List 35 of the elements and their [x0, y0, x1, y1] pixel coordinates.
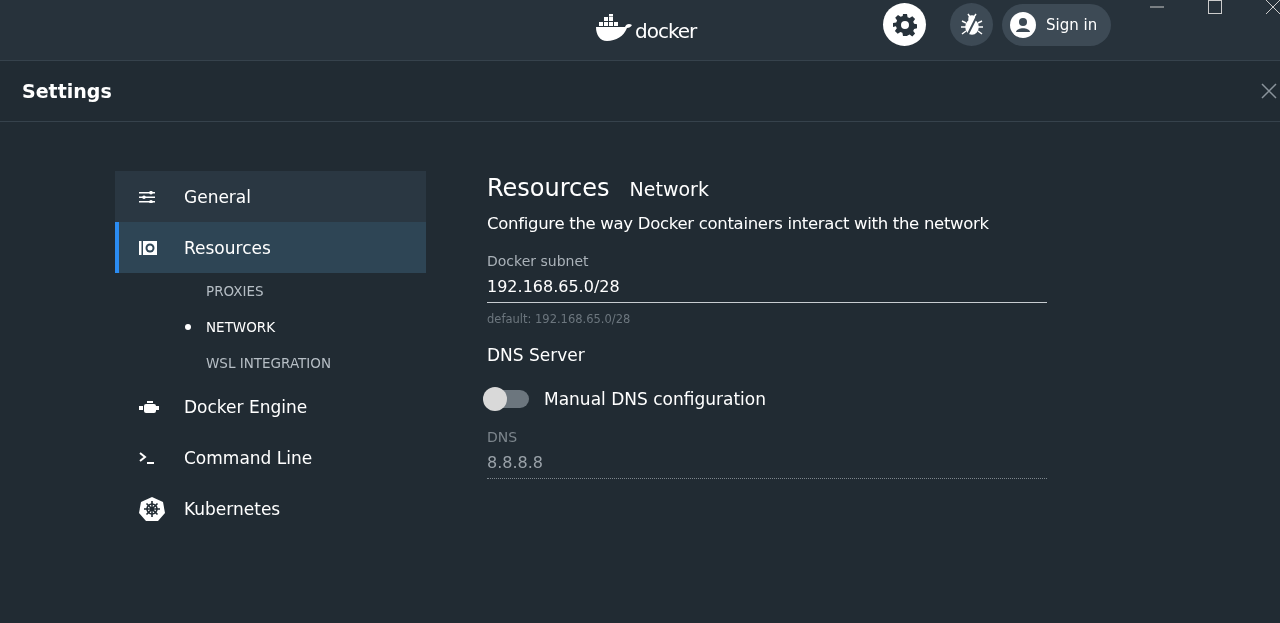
engine-icon: [139, 400, 159, 413]
sign-in-button[interactable]: Sign in: [1002, 3, 1112, 46]
sidebar-item[interactable]: Docker Engine: [115, 381, 426, 432]
section-title: Resources: [487, 174, 610, 202]
terminal-icon: [139, 451, 155, 464]
field-label: Docker subnet: [487, 253, 590, 269]
helm-wheel-icon: [139, 496, 165, 521]
close-icon[interactable]: [1266, 0, 1280, 14]
logo-text: docker: [635, 20, 697, 42]
section-description: Configure the way Docker containers interact with the network: [487, 214, 990, 233]
sidebar-subitem[interactable]: NETWORK: [115, 309, 426, 345]
sidebar-item[interactable]: Resources: [115, 222, 426, 273]
maximize-icon[interactable]: [1208, 0, 1222, 14]
field-hint: default: 192.168.65.0/28: [487, 312, 632, 326]
settings-button[interactable]: [883, 3, 926, 46]
toggle-switch[interactable]: [485, 390, 529, 408]
sidebar-subitem[interactable]: PROXIES: [115, 273, 426, 309]
subsection-title: DNS Server: [487, 345, 586, 365]
field-label: DNS: [487, 429, 519, 445]
sidebar-item[interactable]: Kubernetes: [115, 483, 426, 534]
sidebar-subitem[interactable]: WSL INTEGRATION: [115, 345, 426, 381]
panel-title: Settings: [22, 80, 112, 102]
close-icon[interactable]: [1261, 83, 1277, 99]
sidebar-item[interactable]: General: [115, 171, 426, 222]
whale-icon: [595, 14, 633, 42]
disk-icon: [139, 240, 157, 255]
user-icon: [1010, 11, 1036, 38]
settings-icon: [892, 12, 917, 37]
toggle-label: Manual DNS configuration: [544, 389, 766, 409]
sliders-icon: [139, 190, 155, 203]
sidebar-item[interactable]: Command Line: [115, 432, 426, 483]
bug-button[interactable]: [950, 3, 993, 46]
subnet-field[interactable]: 192.168.65.0/28: [487, 277, 1047, 303]
bug-icon: [959, 12, 984, 37]
section-subtitle: Network: [629, 178, 709, 200]
